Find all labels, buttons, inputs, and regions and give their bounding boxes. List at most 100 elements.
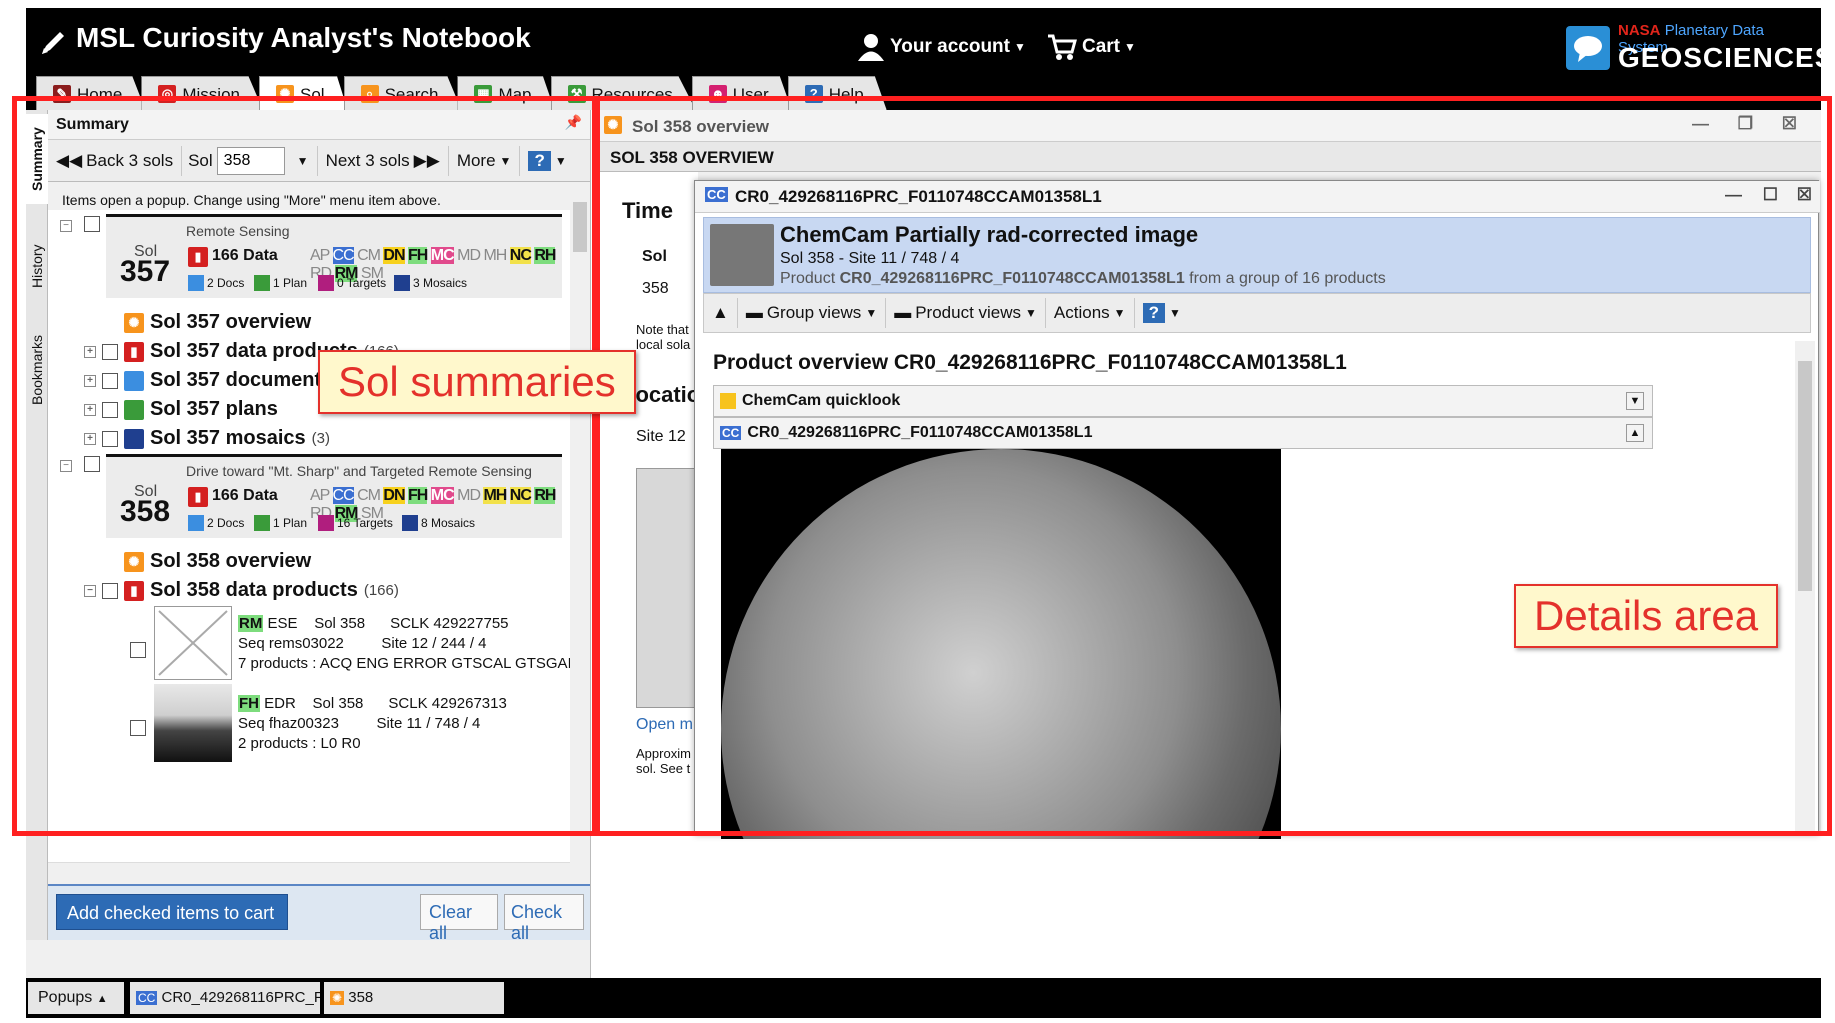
nasa-word: NASA bbox=[1618, 22, 1661, 39]
accordion-chemcam-quicklook[interactable]: ChemCam quicklook ▼ bbox=[713, 385, 1653, 417]
user-icon bbox=[858, 34, 884, 61]
checkbox[interactable] bbox=[130, 720, 146, 736]
mosaics-chip[interactable]: 8 Mosaics bbox=[402, 515, 475, 531]
product-row[interactable]: FH EDR Sol 358 SCLK 429267313 Seq fhaz00… bbox=[238, 694, 570, 754]
expand-icon[interactable]: + bbox=[84, 403, 96, 416]
minimize-icon[interactable]: — bbox=[1692, 114, 1709, 134]
tree-horizontal-scrollbar[interactable] bbox=[48, 862, 570, 884]
cart-menu[interactable]: Cart ▼ bbox=[1046, 32, 1136, 62]
up-button[interactable]: ▲ bbox=[704, 298, 738, 328]
actions-menu[interactable]: Actions ▼ bbox=[1046, 298, 1135, 328]
expand-icon[interactable]: + bbox=[84, 345, 96, 358]
more-menu-button[interactable]: More ▼ bbox=[449, 145, 521, 176]
close-icon[interactable]: ☒ bbox=[1782, 114, 1797, 134]
check-all-button[interactable]: Check all bbox=[504, 894, 584, 943]
targets-chip[interactable]: 16 Targets bbox=[318, 515, 393, 531]
docs-chip[interactable]: 2 Docs bbox=[188, 515, 244, 531]
plan-label: 1 Plan bbox=[273, 276, 308, 290]
pds-geosciences-logo[interactable]: NASA Planetary Data System GEOSCIENCES bbox=[1562, 16, 1833, 76]
vtab-history[interactable]: History bbox=[26, 226, 48, 306]
account-menu[interactable]: Your account ▼ bbox=[856, 32, 1026, 62]
tab-map[interactable]: ▦ Map bbox=[457, 76, 555, 110]
back-3-sols-button[interactable]: ◀◀ Back 3 sols bbox=[48, 145, 183, 176]
fast-forward-icon: ▶▶ bbox=[413, 150, 440, 170]
scroll-thumb[interactable] bbox=[1798, 361, 1812, 591]
checkbox[interactable] bbox=[130, 642, 146, 658]
plan-chip[interactable]: 1 Plan bbox=[254, 275, 307, 291]
tab-search[interactable]: ⌕ Search bbox=[343, 76, 462, 110]
sol-358-card[interactable]: Sol 358 Drive toward "Mt. Sharp" and Tar… bbox=[106, 454, 562, 538]
sun-icon: ✺ bbox=[124, 312, 144, 333]
open-map-link[interactable]: Open m bbox=[636, 716, 696, 734]
docs-label: 2 Docs bbox=[207, 276, 245, 290]
pin-icon[interactable]: 📌 bbox=[565, 114, 582, 131]
collapse-icon[interactable]: − bbox=[84, 584, 96, 597]
vtab-bookmarks[interactable]: Bookmarks bbox=[26, 320, 48, 420]
checkbox[interactable] bbox=[102, 430, 118, 447]
accordion-product-image[interactable]: CC CR0_429268116PRC_F0110748CCAM01358L1 … bbox=[713, 417, 1653, 449]
rock-texture-image bbox=[721, 449, 1281, 839]
vtab-label: Bookmarks bbox=[29, 334, 45, 406]
sol-number-input[interactable] bbox=[216, 146, 285, 175]
product-id-line: Product CR0_429268116PRC_F0110748CCAM013… bbox=[780, 270, 1386, 288]
maximize-icon[interactable]: ☐ bbox=[1763, 185, 1778, 205]
mosaics-chip[interactable]: 3 Mosaics bbox=[394, 275, 467, 291]
group-views-menu[interactable]: ▬ Group views ▼ bbox=[738, 298, 887, 328]
sol-dropdown-button[interactable]: ▼ bbox=[289, 145, 318, 176]
checkbox[interactable] bbox=[102, 401, 118, 418]
expand-icon[interactable]: + bbox=[84, 374, 96, 387]
tree-item-sol-358-overview[interactable]: ✺ Sol 358 overview bbox=[124, 550, 311, 573]
tab-resources[interactable]: ⚒ Resources bbox=[550, 76, 696, 110]
tab-label: Mission bbox=[182, 85, 240, 104]
tab-mission[interactable]: ◎ Mission bbox=[141, 76, 263, 110]
product-detail: 7 products : ACQ ENG ERROR GTSCAL GTSGAI… bbox=[238, 655, 570, 672]
product-row[interactable]: RM ESE Sol 358 SCLK 429227755 Seq rems03… bbox=[238, 614, 570, 674]
plan-chip[interactable]: 1 Plan bbox=[254, 515, 307, 531]
tree-item-sol-358-data-products[interactable]: − ▮ Sol 358 data products (166) bbox=[84, 579, 399, 602]
chemcam-image[interactable] bbox=[721, 449, 1281, 839]
docs-chip[interactable]: 2 Docs bbox=[188, 275, 244, 291]
collapse-icon[interactable]: − bbox=[60, 460, 72, 472]
chevron-down-icon[interactable]: ▼ bbox=[1626, 392, 1644, 410]
tree-item-sol-357-plans[interactable]: + Sol 357 plans bbox=[84, 398, 278, 421]
product-views-menu[interactable]: ▬ Product views ▼ bbox=[886, 298, 1046, 328]
popup-vertical-scrollbar[interactable] bbox=[1795, 341, 1815, 836]
sol-357-card[interactable]: Sol 357 Remote Sensing ▮ 166 Data AP CC … bbox=[106, 214, 562, 298]
tree-item-sol-357-overview[interactable]: ✺ Sol 357 overview bbox=[124, 311, 311, 334]
checkbox[interactable] bbox=[84, 216, 100, 232]
tab-home[interactable]: ✎ Home bbox=[36, 76, 146, 110]
tree-item-sol-357-mosaics[interactable]: + Sol 357 mosaics (3) bbox=[84, 427, 330, 450]
scroll-thumb[interactable] bbox=[573, 202, 587, 252]
clear-all-button[interactable]: Clear all bbox=[420, 894, 498, 943]
checkbox[interactable] bbox=[102, 343, 118, 360]
taskbar-item-product[interactable]: CC CR0_429268116PRC_F01 bbox=[130, 982, 320, 1014]
help-menu-button[interactable]: ? ▼ bbox=[520, 146, 574, 176]
tab-sol[interactable]: ✺ Sol bbox=[258, 76, 348, 110]
tree-vertical-scrollbar[interactable] bbox=[570, 182, 590, 862]
popups-menu-button[interactable]: Popups ▲ bbox=[28, 982, 124, 1014]
targets-chip[interactable]: 0 Targets bbox=[318, 275, 386, 291]
product-prefix: Product bbox=[780, 270, 836, 287]
checkbox[interactable] bbox=[102, 372, 118, 389]
tab-user[interactable]: ☻ User bbox=[691, 76, 792, 110]
mosaic-icon bbox=[394, 275, 410, 291]
checkbox[interactable] bbox=[84, 456, 100, 472]
rover-thumbnail[interactable] bbox=[154, 684, 232, 762]
vtab-summary[interactable]: Summary bbox=[26, 114, 48, 204]
taskbar-item-sol[interactable]: ✺ 358 bbox=[324, 982, 504, 1014]
expand-icon[interactable]: + bbox=[84, 432, 96, 445]
product-suffix: from a group of 16 products bbox=[1189, 270, 1386, 287]
sol-label: Sol bbox=[188, 150, 213, 170]
next-3-sols-button[interactable]: Next 3 sols ▶▶ bbox=[318, 145, 449, 176]
close-icon[interactable]: ☒ bbox=[1797, 185, 1812, 205]
collapse-icon[interactable]: − bbox=[60, 220, 72, 232]
checkbox[interactable] bbox=[102, 582, 118, 599]
tree-item-sol-357-documents[interactable]: + Sol 357 documents bbox=[84, 369, 332, 392]
popup-help-menu[interactable]: ? ▼ bbox=[1135, 298, 1189, 328]
product-thumbnail-placeholder[interactable] bbox=[154, 606, 232, 680]
tab-help[interactable]: ? Help bbox=[787, 76, 887, 110]
restore-icon[interactable]: ❐ bbox=[1738, 114, 1753, 134]
minimize-icon[interactable]: — bbox=[1725, 185, 1742, 205]
add-checked-to-cart-button[interactable]: Add checked items to cart bbox=[56, 894, 288, 930]
chevron-up-icon[interactable]: ▲ bbox=[1626, 424, 1644, 442]
